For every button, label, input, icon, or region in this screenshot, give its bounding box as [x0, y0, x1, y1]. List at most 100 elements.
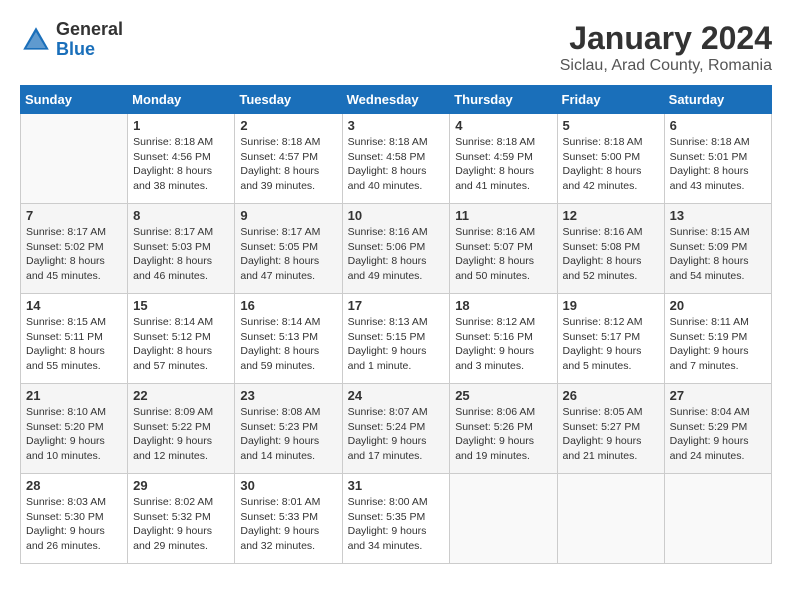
day-number: 14 — [26, 298, 122, 313]
day-number: 5 — [563, 118, 659, 133]
calendar-week-row: 21 Sunrise: 8:10 AMSunset: 5:20 PMDayligh… — [21, 384, 772, 474]
day-info: Sunrise: 8:00 AMSunset: 5:35 PMDaylight:… — [348, 495, 445, 554]
day-of-week-header: Wednesday — [342, 86, 450, 114]
calendar-cell: 1Sunrise: 8:18 AMSunset: 4:56 PMDaylight… — [128, 114, 235, 204]
day-info: Sunrise: 8:09 AMSunset: 5:22 PMDaylight:… — [133, 405, 229, 464]
day-number: 17 — [348, 298, 445, 313]
logo-icon — [20, 24, 52, 56]
day-number: 27 — [670, 388, 766, 403]
calendar-cell: 2 Sunrise: 8:18 AMSunset: 4:57 PMDaylight… — [235, 114, 342, 204]
calendar-cell: 31 Sunrise: 8:00 AMSunset: 5:35 PMDayligh… — [342, 474, 450, 564]
calendar-cell: 16 Sunrise: 8:14 AMSunset: 5:13 PMDayligh… — [235, 294, 342, 384]
day-number: 20 — [670, 298, 766, 313]
day-info: Sunrise: 8:16 AMSunset: 5:06 PMDaylight:… — [348, 225, 445, 284]
calendar-cell: 5 Sunrise: 8:18 AMSunset: 5:00 PMDaylight… — [557, 114, 664, 204]
day-number: 12 — [563, 208, 659, 223]
day-number: 10 — [348, 208, 445, 223]
day-number: 19 — [563, 298, 659, 313]
calendar-cell: 8 Sunrise: 8:17 AMSunset: 5:03 PMDaylight… — [128, 204, 235, 294]
day-number: 2 — [240, 118, 336, 133]
day-info: Sunrise: 8:07 AMSunset: 5:24 PMDaylight:… — [348, 405, 445, 464]
calendar-cell: 25Sunrise: 8:06 AMSunset: 5:26 PMDayligh… — [450, 384, 557, 474]
calendar-cell: 13 Sunrise: 8:15 AMSunset: 5:09 PMDayligh… — [664, 204, 771, 294]
calendar-cell: 21 Sunrise: 8:10 AMSunset: 5:20 PMDayligh… — [21, 384, 128, 474]
day-of-week-header: Sunday — [21, 86, 128, 114]
calendar-cell: 6Sunrise: 8:18 AMSunset: 5:01 PMDaylight… — [664, 114, 771, 204]
day-info: Sunrise: 8:11 AMSunset: 5:19 PMDaylight:… — [670, 315, 766, 374]
calendar-cell: 19Sunrise: 8:12 AMSunset: 5:17 PMDayligh… — [557, 294, 664, 384]
day-number: 16 — [240, 298, 336, 313]
day-info: Sunrise: 8:10 AMSunset: 5:20 PMDaylight:… — [26, 405, 122, 464]
calendar-header: SundayMondayTuesdayWednesdayThursdayFrid… — [21, 86, 772, 114]
day-info: Sunrise: 8:18 AMSunset: 4:58 PMDaylight:… — [348, 135, 445, 194]
calendar-cell — [21, 114, 128, 204]
day-of-week-header: Saturday — [664, 86, 771, 114]
page-header: General Blue January 2024 Siclau, Arad C… — [20, 20, 772, 75]
day-info: Sunrise: 8:05 AMSunset: 5:27 PMDaylight:… — [563, 405, 659, 464]
day-info: Sunrise: 8:18 AMSunset: 5:00 PMDaylight:… — [563, 135, 659, 194]
calendar-cell: 22 Sunrise: 8:09 AMSunset: 5:22 PMDayligh… — [128, 384, 235, 474]
day-number: 24 — [348, 388, 445, 403]
day-of-week-header: Monday — [128, 86, 235, 114]
day-info: Sunrise: 8:02 AMSunset: 5:32 PMDaylight:… — [133, 495, 229, 554]
title-area: January 2024 Siclau, Arad County, Romani… — [560, 20, 772, 75]
page-title: January 2024 — [560, 20, 772, 57]
calendar-cell: 17Sunrise: 8:13 AMSunset: 5:15 PMDayligh… — [342, 294, 450, 384]
calendar-cell: 27 Sunrise: 8:04 AMSunset: 5:29 PMDayligh… — [664, 384, 771, 474]
calendar-cell: 30 Sunrise: 8:01 AMSunset: 5:33 PMDayligh… — [235, 474, 342, 564]
calendar-cell: 14 Sunrise: 8:15 AMSunset: 5:11 PMDayligh… — [21, 294, 128, 384]
calendar-cell: 20 Sunrise: 8:11 AMSunset: 5:19 PMDayligh… — [664, 294, 771, 384]
calendar-cell: 23Sunrise: 8:08 AMSunset: 5:23 PMDayligh… — [235, 384, 342, 474]
day-info: Sunrise: 8:04 AMSunset: 5:29 PMDaylight:… — [670, 405, 766, 464]
day-info: Sunrise: 8:18 AMSunset: 4:59 PMDaylight:… — [455, 135, 551, 194]
day-info: Sunrise: 8:17 AMSunset: 5:03 PMDaylight:… — [133, 225, 229, 284]
day-number: 26 — [563, 388, 659, 403]
calendar-cell — [664, 474, 771, 564]
day-info: Sunrise: 8:15 AMSunset: 5:09 PMDaylight:… — [670, 225, 766, 284]
calendar-table: SundayMondayTuesdayWednesdayThursdayFrid… — [20, 85, 772, 564]
calendar-week-row: 14 Sunrise: 8:15 AMSunset: 5:11 PMDayligh… — [21, 294, 772, 384]
calendar-cell: 28Sunrise: 8:03 AMSunset: 5:30 PMDayligh… — [21, 474, 128, 564]
day-number: 30 — [240, 478, 336, 493]
calendar-cell: 4 Sunrise: 8:18 AMSunset: 4:59 PMDaylight… — [450, 114, 557, 204]
day-info: Sunrise: 8:08 AMSunset: 5:23 PMDaylight:… — [240, 405, 336, 464]
logo-text: General Blue — [56, 20, 123, 60]
day-of-week-header: Friday — [557, 86, 664, 114]
calendar-cell: 3 Sunrise: 8:18 AMSunset: 4:58 PMDaylight… — [342, 114, 450, 204]
day-number: 4 — [455, 118, 551, 133]
calendar-cell — [557, 474, 664, 564]
day-info: Sunrise: 8:01 AMSunset: 5:33 PMDaylight:… — [240, 495, 336, 554]
day-number: 13 — [670, 208, 766, 223]
calendar-cell: 29Sunrise: 8:02 AMSunset: 5:32 PMDayligh… — [128, 474, 235, 564]
calendar-body: 1Sunrise: 8:18 AMSunset: 4:56 PMDaylight… — [21, 114, 772, 564]
day-number: 7 — [26, 208, 122, 223]
day-info: Sunrise: 8:12 AMSunset: 5:16 PMDaylight:… — [455, 315, 551, 374]
day-number: 25 — [455, 388, 551, 403]
day-info: Sunrise: 8:15 AMSunset: 5:11 PMDaylight:… — [26, 315, 122, 374]
day-number: 8 — [133, 208, 229, 223]
calendar-cell: 11 Sunrise: 8:16 AMSunset: 5:07 PMDayligh… — [450, 204, 557, 294]
calendar-week-row: 1Sunrise: 8:18 AMSunset: 4:56 PMDaylight… — [21, 114, 772, 204]
day-of-week-header: Thursday — [450, 86, 557, 114]
day-info: Sunrise: 8:18 AMSunset: 4:57 PMDaylight:… — [240, 135, 336, 194]
day-info: Sunrise: 8:16 AMSunset: 5:07 PMDaylight:… — [455, 225, 551, 284]
day-info: Sunrise: 8:14 AMSunset: 5:13 PMDaylight:… — [240, 315, 336, 374]
day-number: 28 — [26, 478, 122, 493]
day-number: 3 — [348, 118, 445, 133]
day-number: 21 — [26, 388, 122, 403]
calendar-cell: 18Sunrise: 8:12 AMSunset: 5:16 PMDayligh… — [450, 294, 557, 384]
day-info: Sunrise: 8:14 AMSunset: 5:12 PMDaylight:… — [133, 315, 229, 374]
day-number: 31 — [348, 478, 445, 493]
day-number: 22 — [133, 388, 229, 403]
day-of-week-header: Tuesday — [235, 86, 342, 114]
day-info: Sunrise: 8:17 AMSunset: 5:05 PMDaylight:… — [240, 225, 336, 284]
calendar-cell: 10 Sunrise: 8:16 AMSunset: 5:06 PMDayligh… — [342, 204, 450, 294]
calendar-cell: 26 Sunrise: 8:05 AMSunset: 5:27 PMDayligh… — [557, 384, 664, 474]
calendar-cell: 24 Sunrise: 8:07 AMSunset: 5:24 PMDayligh… — [342, 384, 450, 474]
calendar-cell — [450, 474, 557, 564]
day-number: 9 — [240, 208, 336, 223]
day-number: 6 — [670, 118, 766, 133]
calendar-cell: 7Sunrise: 8:17 AMSunset: 5:02 PMDaylight… — [21, 204, 128, 294]
calendar-cell: 15Sunrise: 8:14 AMSunset: 5:12 PMDayligh… — [128, 294, 235, 384]
day-number: 11 — [455, 208, 551, 223]
